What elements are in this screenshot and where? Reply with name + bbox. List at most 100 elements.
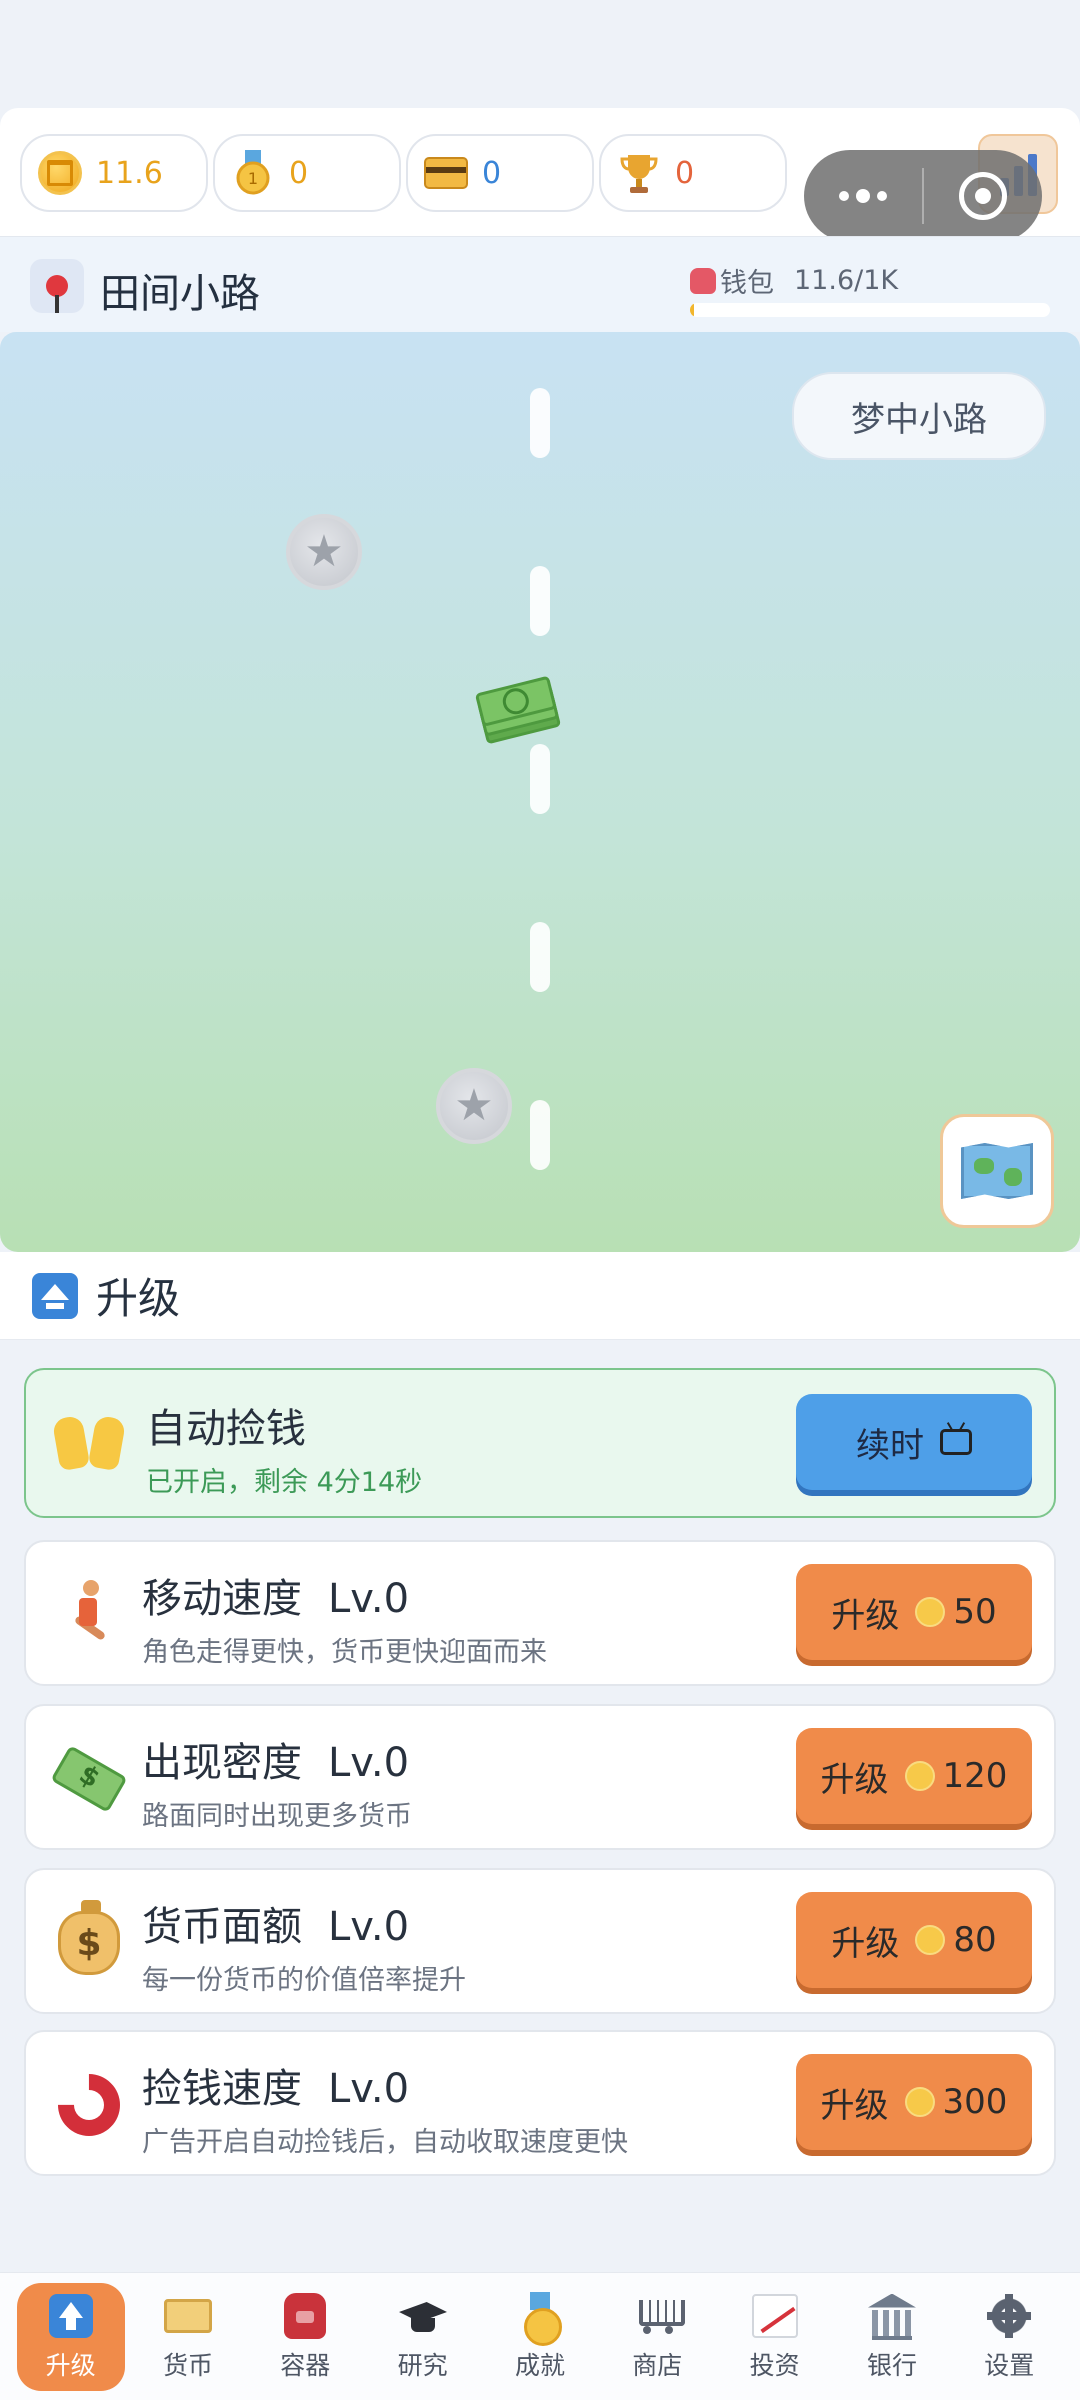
upgrade-button[interactable]: 升级 120 bbox=[796, 1728, 1032, 1824]
nav-invest[interactable]: 投资 bbox=[721, 2283, 829, 2391]
lane-marking bbox=[530, 566, 550, 636]
bank-glyph bbox=[868, 2294, 916, 2340]
map-icon bbox=[961, 1143, 1033, 1199]
bank-icon bbox=[867, 2292, 917, 2340]
upgrade-desc: 路面同时出现更多货币 bbox=[142, 1801, 412, 1832]
section-title: 升级 bbox=[96, 1274, 181, 1323]
upgrade-level: Lv.0 bbox=[328, 1576, 410, 1622]
currency-pill-trophies[interactable]: 0 bbox=[599, 134, 787, 212]
coin-icon bbox=[904, 2087, 935, 2117]
upgrade-name: 出现密度 bbox=[142, 1740, 302, 1786]
dot bbox=[877, 191, 887, 201]
upgrade-name: 货币面额 bbox=[142, 1904, 302, 1950]
trophy-icon bbox=[617, 151, 661, 195]
target-icon bbox=[959, 172, 1007, 220]
location-row: 田间小路 钱包 11.6/1K bbox=[0, 236, 1080, 332]
auto-pickup-status: 已开启，剩余 4分14秒 bbox=[146, 1467, 423, 1498]
cards-value: 0 bbox=[482, 155, 502, 191]
medal-glyph bbox=[520, 2291, 562, 2346]
flying-money-icon bbox=[48, 1738, 130, 1820]
nav-label: 升级 bbox=[45, 2350, 96, 2380]
magnet-icon bbox=[45, 2061, 133, 2149]
upgrade-button[interactable]: 升级 300 bbox=[796, 2054, 1032, 2150]
trophies-value: 0 bbox=[675, 155, 695, 191]
upgrade-title: 捡钱速度 Lv.0 bbox=[142, 2056, 409, 2114]
upgrade-button[interactable]: 升级 50 bbox=[796, 1564, 1032, 1660]
location-name: 田间小路 bbox=[100, 271, 260, 317]
gear-glyph bbox=[987, 2293, 1032, 2338]
upgrade-arrow-icon bbox=[32, 1272, 78, 1319]
upgrade-title: 移动速度 Lv.0 bbox=[142, 1566, 409, 1624]
silver-star-coin-icon[interactable]: ★ bbox=[286, 514, 362, 590]
cart-icon bbox=[632, 2292, 686, 2340]
nav-label: 研究 bbox=[397, 2350, 448, 2380]
upgrade-button[interactable]: 升级 80 bbox=[796, 1892, 1032, 1988]
wallet-progress-fill bbox=[690, 303, 695, 317]
tv-icon bbox=[940, 1429, 972, 1455]
raised-hands-icon bbox=[48, 1402, 130, 1484]
pin-head bbox=[46, 275, 68, 313]
upgrade-level: Lv.0 bbox=[328, 2066, 410, 2112]
upgrade-name: 捡钱速度 bbox=[142, 2066, 302, 2112]
nav-container[interactable]: 容器 bbox=[251, 2283, 359, 2391]
close-miniprogram-button[interactable] bbox=[924, 172, 1042, 220]
nav-label: 投资 bbox=[749, 2350, 800, 2380]
coin-icon bbox=[915, 1597, 946, 1627]
dream-road-button[interactable]: 梦中小路 bbox=[792, 372, 1046, 460]
road-scene[interactable]: 梦中小路 ★ ★ bbox=[0, 332, 1080, 1252]
nav-bank[interactable]: 银行 bbox=[838, 2283, 946, 2391]
nav-label: 货币 bbox=[162, 2350, 213, 2380]
wallet-bag-icon bbox=[690, 267, 716, 294]
lane-marking bbox=[530, 388, 550, 458]
wallet-value: 11.6/1K bbox=[794, 265, 899, 296]
lane-marking bbox=[530, 1100, 550, 1170]
upgrade-name: 移动速度 bbox=[142, 1576, 302, 1622]
medals-value: 0 bbox=[289, 155, 309, 191]
nav-label: 容器 bbox=[280, 2350, 331, 2380]
upgrade-title: 出现密度 Lv.0 bbox=[142, 1730, 409, 1788]
hands-glyph bbox=[51, 1413, 127, 1473]
upgrade-cost: 300 bbox=[942, 2082, 1008, 2122]
medal-icon bbox=[515, 2291, 565, 2346]
lane-marking bbox=[530, 922, 550, 992]
hand bbox=[87, 1414, 127, 1472]
currency-pill-medals[interactable]: 1 0 bbox=[213, 134, 401, 212]
dot bbox=[856, 189, 870, 203]
hand bbox=[51, 1414, 91, 1472]
coin-icon bbox=[904, 1761, 935, 1791]
extend-time-button[interactable]: 续时 bbox=[796, 1394, 1032, 1490]
coins-value: 11.6 bbox=[96, 155, 163, 191]
nav-currency[interactable]: 货币 bbox=[134, 2283, 242, 2391]
dot bbox=[839, 191, 849, 201]
cash-stack-icon[interactable] bbox=[474, 675, 562, 745]
upgrade-cost: 80 bbox=[953, 1920, 997, 1960]
graduation-cap-icon bbox=[398, 2292, 448, 2340]
upgrade-section-header: 升级 bbox=[0, 1252, 1080, 1340]
world-map-button[interactable] bbox=[940, 1114, 1054, 1228]
nav-achievements[interactable]: 成就 bbox=[486, 2283, 594, 2391]
currency-pill-coins[interactable]: 11.6 bbox=[20, 134, 208, 212]
upgrade-title: 货币面额 Lv.0 bbox=[142, 1894, 409, 1952]
nav-research[interactable]: 研究 bbox=[369, 2283, 477, 2391]
chart-icon bbox=[750, 2292, 800, 2340]
flying-cash-glyph bbox=[50, 1745, 128, 1813]
upgrade-desc: 每一份货币的价值倍率提升 bbox=[142, 1965, 466, 1996]
upgrade-cost: 120 bbox=[942, 1756, 1008, 1796]
upgrade-button-label: 升级 bbox=[820, 2085, 889, 2126]
nav-upgrade[interactable]: 升级 bbox=[16, 2282, 125, 2391]
upgrade-glyph bbox=[48, 2293, 93, 2338]
more-menu-button[interactable] bbox=[804, 189, 922, 203]
upgrade-level: Lv.0 bbox=[328, 1904, 410, 1950]
lane-marking bbox=[530, 744, 550, 814]
nav-shop[interactable]: 商店 bbox=[603, 2283, 711, 2391]
cart-glyph bbox=[633, 2296, 686, 2336]
currency-pill-cards[interactable]: 0 bbox=[406, 134, 594, 212]
upgrade-card-denomination: $ 货币面额 Lv.0 每一份货币的价值倍率提升 升级 80 bbox=[24, 1868, 1056, 2014]
silver-star-coin-icon[interactable]: ★ bbox=[436, 1068, 512, 1144]
backpack-icon bbox=[280, 2292, 330, 2340]
card-icon bbox=[424, 157, 468, 189]
upgrade-icon bbox=[46, 2292, 96, 2340]
nav-label: 银行 bbox=[866, 2350, 917, 2380]
nav-settings[interactable]: 设置 bbox=[955, 2283, 1063, 2391]
extend-time-label: 续时 bbox=[856, 1425, 924, 1466]
